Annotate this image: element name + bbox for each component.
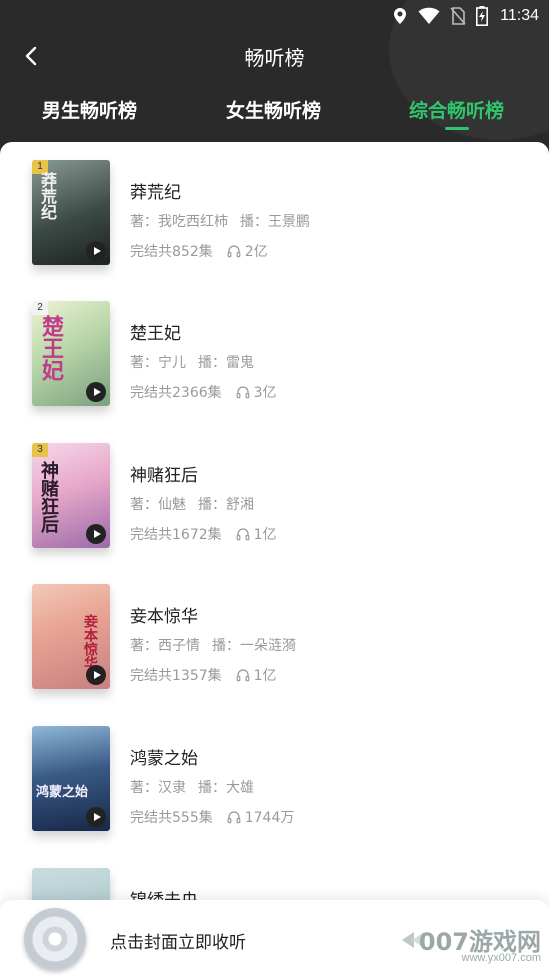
- list-item[interactable]: 3 神赌狂后 神赌狂后 著：仙魅 播：舒湘 完结共1672集 1亿: [0, 425, 549, 555]
- book-cover[interactable]: 1 莽荒纪: [32, 160, 110, 265]
- episode-count: 完结共555集: [130, 810, 213, 826]
- book-info: 鸿蒙之始 著：汉隶 播：大雄 完结共555集 1744万: [130, 744, 294, 827]
- play-count: 3亿: [253, 385, 277, 401]
- episode-count: 完结共852集: [130, 244, 213, 260]
- author: 著：我吃西红柿: [130, 214, 228, 230]
- book-info: 妾本惊华 著：西子情 播：一朵涟漪 完结共1357集 1亿: [130, 602, 296, 685]
- book-cover[interactable]: 3 神赌狂后: [32, 443, 110, 548]
- headphone-icon: [227, 245, 241, 258]
- author: 著：汉隶: [130, 780, 186, 796]
- book-title[interactable]: 楚王妃: [130, 319, 277, 344]
- list-item[interactable]: 2 楚王妃 楚王妃 著：宁儿 播：雷鬼 完结共2366集 3亿: [0, 283, 549, 413]
- narrator: 播：雷鬼: [198, 355, 254, 371]
- book-credits: 著：汉隶 播：大雄: [130, 777, 294, 797]
- narrator: 播：王景鹏: [240, 214, 310, 230]
- cover-title: 楚王妃: [38, 315, 63, 381]
- book-credits: 著：宁儿 播：雷鬼: [130, 352, 277, 372]
- book-stats: 完结共852集 2亿: [130, 241, 310, 261]
- cover-title: 鸿蒙之始: [36, 785, 89, 800]
- status-time: 11:34: [500, 7, 539, 24]
- active-tab-indicator: [445, 127, 469, 130]
- author: 著：仙魅: [130, 497, 186, 513]
- book-cover[interactable]: 妾本惊华: [32, 584, 110, 689]
- page-title: 畅听榜: [244, 46, 305, 70]
- narrator: 播：大雄: [198, 780, 254, 796]
- author: 著：西子情: [130, 638, 200, 654]
- book-stats: 完结共1672集 1亿: [130, 524, 277, 544]
- book-credits: 著：仙魅 播：舒湘: [130, 494, 277, 514]
- list-item[interactable]: 1 莽荒纪 莽荒纪 著：我吃西红柿 播：王景鹏 完结共852集 2亿: [0, 142, 549, 272]
- nav-bar: 畅听榜: [0, 36, 549, 76]
- play-icon[interactable]: [86, 807, 106, 827]
- cover-title: 妾本惊华: [82, 614, 98, 670]
- book-stats: 完结共1357集 1亿: [130, 665, 296, 685]
- book-stats: 完结共555集 1744万: [130, 807, 294, 827]
- cover-title: 莽荒纪: [38, 172, 57, 220]
- book-title[interactable]: 鸿蒙之始: [130, 744, 294, 769]
- book-title[interactable]: 神赌狂后: [130, 461, 277, 486]
- book-stats: 完结共2366集 3亿: [130, 382, 277, 402]
- play-icon[interactable]: [86, 241, 106, 261]
- player-prompt: 点击封面立即收听: [110, 933, 246, 953]
- play-icon[interactable]: [86, 665, 106, 685]
- ranking-tabs: 男生畅听榜 女生畅听榜 综合畅听榜: [0, 96, 549, 136]
- status-bar: 11:34: [0, 0, 549, 32]
- headphone-icon: [236, 669, 250, 682]
- book-credits: 著：我吃西红柿 播：王景鹏: [130, 211, 310, 231]
- watermark: 007游戏网 www.yx007.com: [393, 922, 543, 968]
- list-item[interactable]: 鸿蒙之始 鸿蒙之始 著：汉隶 播：大雄 完结共555集 1744万: [0, 708, 549, 838]
- book-info: 莽荒纪 著：我吃西红柿 播：王景鹏 完结共852集 2亿: [130, 178, 310, 261]
- narrator: 播：舒湘: [198, 497, 254, 513]
- book-cover[interactable]: 鸿蒙之始: [32, 726, 110, 831]
- book-cover[interactable]: 2 楚王妃: [32, 301, 110, 406]
- play-count: 1744万: [244, 810, 295, 826]
- play-icon[interactable]: [86, 524, 106, 544]
- play-count: 1亿: [253, 668, 277, 684]
- book-title[interactable]: 莽荒纪: [130, 178, 310, 203]
- watermark-sub: www.yx007.com: [461, 952, 541, 964]
- headphone-icon: [227, 811, 241, 824]
- episode-count: 完结共2366集: [130, 385, 222, 401]
- narrator: 播：一朵涟漪: [212, 638, 296, 654]
- play-count: 1亿: [253, 527, 277, 543]
- book-credits: 著：西子情 播：一朵涟漪: [130, 635, 296, 655]
- book-info: 神赌狂后 著：仙魅 播：舒湘 完结共1672集 1亿: [130, 461, 277, 544]
- book-info: 楚王妃 著：宁儿 播：雷鬼 完结共2366集 3亿: [130, 319, 277, 402]
- list-item[interactable]: 妾本惊华 妾本惊华 著：西子情 播：一朵涟漪 完结共1357集 1亿: [0, 566, 549, 696]
- mini-player[interactable]: 点击封面立即收听 007游戏网 www.yx007.com: [0, 900, 549, 976]
- rank-badge: 3: [32, 443, 48, 457]
- location-icon: [394, 8, 407, 24]
- play-icon[interactable]: [86, 382, 106, 402]
- status-icons: 11:34: [392, 4, 539, 28]
- episode-count: 完结共1672集: [130, 527, 222, 543]
- tab-overall-ranking[interactable]: 综合畅听榜: [409, 96, 504, 123]
- headphone-icon: [236, 386, 250, 399]
- rank-badge: 2: [32, 301, 48, 315]
- cover-title: 神赌狂后: [38, 461, 59, 533]
- author: 著：宁儿: [130, 355, 186, 371]
- tab-female-ranking[interactable]: 女生畅听榜: [226, 96, 321, 123]
- play-count: 2亿: [244, 244, 268, 260]
- battery-charging-icon: [476, 6, 489, 26]
- no-sim-icon: [450, 7, 466, 25]
- cd-disc-icon[interactable]: [24, 908, 86, 970]
- wifi-icon: [418, 7, 440, 25]
- headphone-icon: [236, 528, 250, 541]
- ranking-list[interactable]: 1 莽荒纪 莽荒纪 著：我吃西红柿 播：王景鹏 完结共852集 2亿 2 楚王妃 …: [0, 142, 549, 976]
- tab-male-ranking[interactable]: 男生畅听榜: [42, 96, 137, 123]
- episode-count: 完结共1357集: [130, 668, 222, 684]
- book-title[interactable]: 妾本惊华: [130, 602, 296, 627]
